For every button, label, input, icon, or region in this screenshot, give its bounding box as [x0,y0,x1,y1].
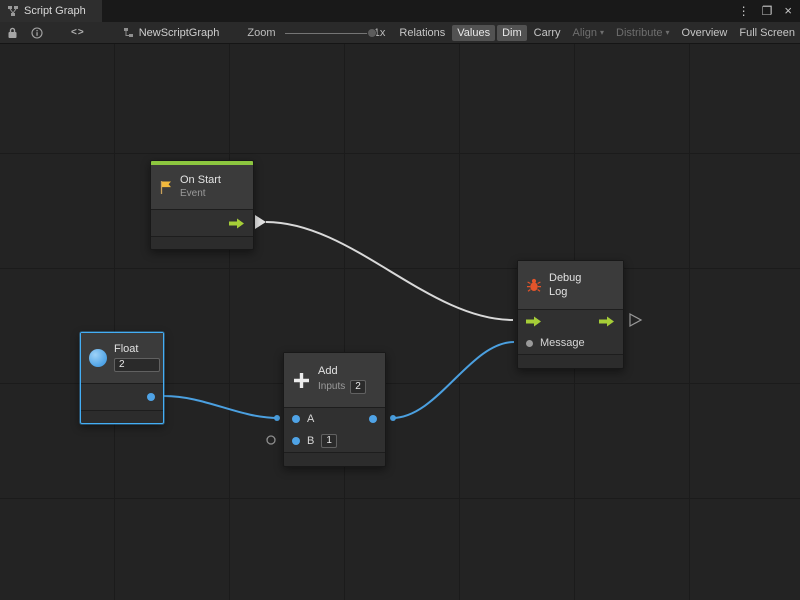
add-a-input-port[interactable] [292,415,300,423]
window-menu-icon[interactable]: ⋮ [738,0,750,22]
code-icon[interactable]: <> [71,27,85,38]
unity-script-graph-window: Script Graph ⋮ ❐ × <> NewScriptGraph Zoo… [0,0,800,600]
chevron-down-icon: ▾ [600,28,604,37]
dim-button[interactable]: Dim [497,25,527,41]
zoom-slider-track[interactable] [285,33,369,34]
add-b-value-field[interactable]: 1 [321,434,337,448]
wire-onstart-to-debuglog[interactable] [266,222,513,320]
on-start-title: On Start [180,175,221,186]
window-close-icon[interactable]: × [784,0,792,22]
debug-log-flow-row [518,310,623,332]
wire-float-to-add-a[interactable] [164,396,279,418]
add-b-unconnected-port-circle[interactable] [267,436,275,444]
flow-arrow-in-icon[interactable] [526,316,542,327]
debug-log-header: Debug Log [518,261,623,309]
align-button-label: Align [573,27,597,39]
script-graph-icon [7,5,19,17]
zoom-slider-knob[interactable] [367,28,377,38]
debug-log-message-row: Message [518,332,623,354]
overview-button[interactable]: Overview [677,25,733,41]
float-value-field[interactable]: 2 [114,358,160,372]
carry-button[interactable]: Carry [529,25,566,41]
on-start-footer [151,237,253,249]
wire-endpoint-dot [390,415,396,421]
align-button[interactable]: Align ▾ [568,25,609,41]
tab-script-graph[interactable]: Script Graph [0,0,102,22]
float-type-icon [89,349,107,367]
on-start-subtitle: Event [180,189,221,199]
connections-layer [0,44,800,600]
float-title: Float [114,344,160,355]
distribute-button-label: Distribute [616,27,662,39]
fullscreen-button[interactable]: Full Screen [734,25,800,41]
graph-name: NewScriptGraph [139,27,220,39]
float-output-row [81,384,163,410]
on-start-node[interactable]: On Start Event [150,160,254,250]
add-inputs-count-field[interactable]: 2 [350,380,366,394]
tab-bar: Script Graph ⋮ ❐ × [0,0,800,22]
lock-icon[interactable] [7,27,18,39]
debug-log-subtitle: Log [549,287,581,298]
debuglog-exit-port-triangle[interactable] [630,314,641,326]
chevron-down-icon: ▾ [666,28,670,37]
add-sum-output-port[interactable] [369,415,377,423]
float-node[interactable]: Float 2 [80,332,164,424]
add-port-b-row: B 1 [284,430,385,452]
add-header: Add Inputs 2 [284,353,385,407]
flow-arrow-icon[interactable] [229,218,245,229]
flow-arrow-out-icon[interactable] [599,316,615,327]
flag-icon [159,180,173,195]
debug-log-node[interactable]: Debug Log Message [517,260,624,369]
debug-log-title: Debug [549,273,581,284]
debug-log-footer [518,355,623,368]
distribute-button[interactable]: Distribute ▾ [611,25,674,41]
wire-add-to-debuglog-message[interactable] [392,342,514,418]
float-footer [81,411,163,423]
onstart-exit-port-triangle[interactable] [255,215,266,229]
message-input-port[interactable] [526,340,533,347]
add-b-label: B [307,435,314,447]
zoom-slider[interactable] [285,27,369,39]
plus-icon [292,371,311,390]
window-maximize-icon[interactable]: ❐ [762,0,773,22]
add-inputs-label: Inputs [318,382,345,392]
message-label: Message [540,337,585,349]
on-start-header: On Start Event [151,165,253,209]
info-icon[interactable] [31,27,43,39]
float-header: Float 2 [81,333,163,383]
bug-icon [526,277,542,293]
relations-button[interactable]: Relations [394,25,450,41]
graph-canvas[interactable]: On Start Event Float 2 [0,44,800,600]
float-output-port[interactable] [147,393,155,401]
add-a-label: A [307,413,314,425]
graph-asset-icon [123,27,134,38]
on-start-exit-row [151,210,253,236]
zoom-label: Zoom [247,27,275,39]
wire-endpoint-dot [274,415,280,421]
add-node[interactable]: Add Inputs 2 A B 1 [283,352,386,467]
tab-title: Script Graph [24,5,86,17]
add-title: Add [318,366,366,377]
add-footer [284,453,385,466]
values-button[interactable]: Values [452,25,495,41]
graph-toolbar: <> NewScriptGraph Zoom 1x Relations Valu… [0,22,800,44]
add-port-a-row: A [284,408,385,430]
add-b-input-port[interactable] [292,437,300,445]
